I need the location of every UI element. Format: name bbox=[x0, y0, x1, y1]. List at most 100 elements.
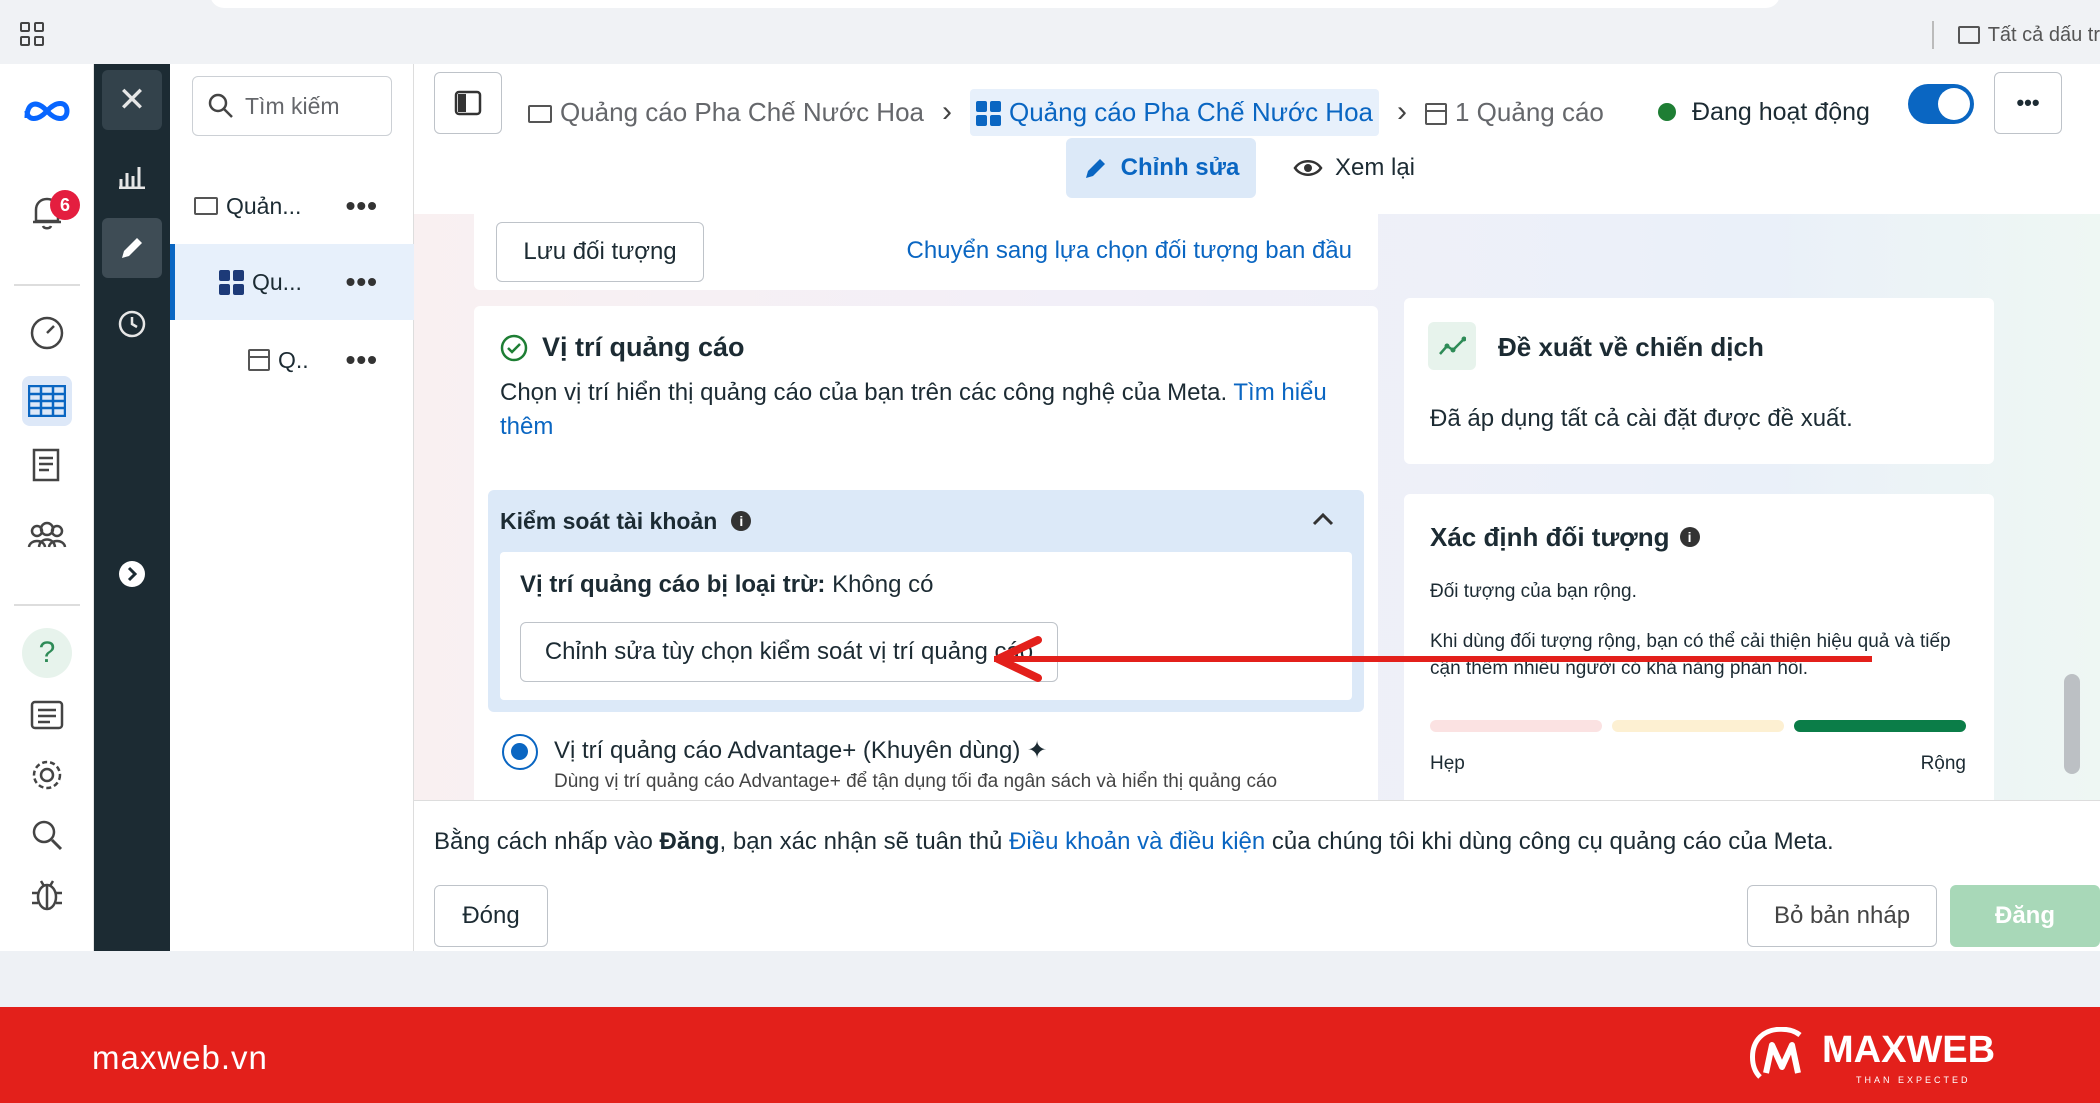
pencil-icon bbox=[1085, 159, 1105, 178]
all-bookmarks-label: Tất cả dấu tr bbox=[1987, 23, 2100, 46]
placements-card: Vị trí quảng cáo Chọn vị trí hiển thị qu… bbox=[474, 306, 1378, 800]
ad-icon bbox=[248, 349, 270, 371]
breadcrumb-ads[interactable]: 1 Quảng cáo bbox=[1425, 97, 1604, 128]
meter-segment-broad bbox=[1794, 720, 1966, 732]
chevron-right-icon: › bbox=[942, 95, 952, 128]
breadcrumb: Quảng cáo Pha Chế Nước Hoa › Quảng cáo P… bbox=[528, 82, 1604, 142]
search-icon[interactable] bbox=[22, 810, 72, 860]
tree-item-campaign[interactable]: Quản... ••• bbox=[170, 168, 414, 244]
help-question-icon[interactable]: ? bbox=[22, 628, 72, 678]
apps-grid-icon[interactable] bbox=[20, 22, 46, 48]
brand-name: MAXWEB bbox=[1822, 1029, 1996, 1071]
breadcrumb-adset[interactable]: Quảng cáo Pha Chế Nước Hoa bbox=[970, 88, 1379, 136]
review-mode-button[interactable]: Xem lại bbox=[1284, 138, 1424, 198]
placements-description: Chọn vị trí hiển thị quảng cáo của bạn t… bbox=[500, 379, 1327, 440]
search-icon bbox=[208, 93, 233, 118]
tree-item-label: Quản... bbox=[226, 192, 302, 219]
more-options-icon[interactable]: ••• bbox=[346, 266, 378, 298]
sidebar-panel-icon bbox=[454, 90, 482, 116]
excluded-placements: Vị trí quảng cáo bị loại trừ: Không có bbox=[520, 571, 934, 598]
discard-draft-button[interactable]: Bỏ bản nháp bbox=[1747, 885, 1937, 947]
close-icon[interactable]: ✕ bbox=[102, 70, 162, 130]
active-toggle[interactable] bbox=[1908, 84, 1974, 124]
ad-icon bbox=[1425, 102, 1447, 125]
bottom-strip bbox=[0, 951, 2100, 1007]
audience-definition-title: Xác định đối tượng i bbox=[1430, 520, 1700, 554]
meter-segment-middle bbox=[1612, 720, 1784, 732]
brand-tagline: THAN EXPECTED bbox=[1856, 1075, 1971, 1085]
folder-icon bbox=[1957, 26, 1980, 44]
recommendation-text: Đã áp dụng tất cả cài đặt được đề xuất. bbox=[1430, 405, 1853, 432]
search-input[interactable]: Tìm kiếm bbox=[192, 76, 392, 136]
switch-audience-link[interactable]: Chuyển sang lựa chọn đối tượng ban đầu bbox=[906, 234, 1352, 268]
more-options-icon[interactable]: ••• bbox=[346, 344, 378, 376]
placements-title: Vị trí quảng cáo bbox=[542, 332, 745, 362]
breadcrumb-campaign[interactable]: Quảng cáo Pha Chế Nước Hoa bbox=[528, 97, 924, 128]
tree-item-ad[interactable]: Q.. ••• bbox=[170, 322, 414, 398]
info-icon[interactable]: i bbox=[731, 511, 752, 531]
brand-site: maxweb.vn bbox=[92, 1039, 268, 1076]
edit-mode-button[interactable]: Chỉnh sửa bbox=[1066, 138, 1256, 198]
status: Đang hoạt động bbox=[1658, 82, 1870, 142]
editor-side-strip: ✕ bbox=[94, 64, 170, 951]
audience-card: Lưu đối tượng Chuyển sang lựa chọn đối t… bbox=[474, 214, 1378, 290]
dashboard-gauge-icon[interactable] bbox=[22, 308, 72, 358]
tree-item-label: Qu... bbox=[252, 268, 302, 295]
more-options-icon[interactable]: ••• bbox=[346, 190, 378, 222]
publish-button[interactable]: Đăng bbox=[1950, 885, 2100, 947]
status-label: Đang hoạt động bbox=[1692, 97, 1870, 126]
scrollbar-thumb[interactable] bbox=[2064, 674, 2080, 774]
maxweb-logo-icon bbox=[1750, 1027, 1802, 1079]
brand-banner: maxweb.vn MAXWEB THAN EXPECTED bbox=[0, 1007, 2100, 1103]
save-audience-button[interactable]: Lưu đối tượng bbox=[496, 222, 704, 282]
advantage-option-label[interactable]: Vị trí quảng cáo Advantage+ (Khuyên dùng… bbox=[554, 734, 1047, 768]
editor-header: Quảng cáo Pha Chế Nước Hoa › Quảng cáo P… bbox=[414, 64, 2100, 214]
meter-label-broad: Rộng bbox=[1920, 753, 1966, 774]
news-icon[interactable] bbox=[22, 690, 72, 740]
more-options-icon: ••• bbox=[2016, 90, 2040, 115]
check-circle-icon bbox=[500, 334, 528, 362]
editor-footer: Bằng cách nhấp vào Đăng, bạn xác nhận sẽ… bbox=[414, 800, 2100, 951]
browser-top-bar bbox=[0, 0, 2100, 64]
recommendation-card: Đề xuất về chiến dịch Đã áp dụng tất cả … bbox=[1404, 298, 1994, 464]
adset-grid-icon bbox=[976, 101, 1001, 127]
campaign-tree-panel: Tìm kiếm Quản... ••• Qu... ••• Q.. ••• bbox=[170, 64, 414, 951]
audience-definition-subtitle: Đối tượng của bạn rộng. bbox=[1430, 581, 1637, 602]
terms-notice: Bằng cách nhấp vào Đăng, bạn xác nhận sẽ… bbox=[434, 828, 1834, 855]
account-control-header[interactable]: Kiểm soát tài khoản i bbox=[500, 504, 752, 538]
notification-badge: 6 bbox=[50, 190, 80, 220]
editor-content: Lưu đối tượng Chuyển sang lựa chọn đối t… bbox=[414, 214, 2100, 800]
settings-gear-icon[interactable] bbox=[22, 750, 72, 800]
search-placeholder: Tìm kiếm bbox=[245, 92, 340, 119]
all-bookmarks[interactable]: Tất cả dấu tr bbox=[1931, 20, 2100, 50]
recommendation-trend-icon bbox=[1428, 322, 1476, 370]
advantage-radio[interactable] bbox=[502, 734, 538, 770]
edit-pencil-icon[interactable] bbox=[102, 218, 162, 278]
audiences-people-icon[interactable] bbox=[22, 510, 72, 560]
meter-segment-narrow bbox=[1430, 720, 1602, 732]
sparkle-icon: ✦ bbox=[1027, 737, 1048, 764]
toggle-panel-button[interactable] bbox=[434, 72, 502, 134]
chevron-up-icon[interactable] bbox=[1312, 512, 1334, 526]
close-button[interactable]: Đóng bbox=[434, 885, 548, 947]
reports-doc-icon[interactable] bbox=[22, 442, 72, 492]
history-clock-icon[interactable] bbox=[102, 294, 162, 354]
chart-bars-icon[interactable] bbox=[102, 146, 162, 206]
tree-item-adset[interactable]: Qu... ••• bbox=[170, 244, 414, 320]
meta-logo-icon[interactable] bbox=[22, 96, 72, 126]
status-dot bbox=[1658, 103, 1676, 121]
editor-main: Quảng cáo Pha Chế Nước Hoa › Quảng cáo P… bbox=[414, 64, 2100, 951]
expand-chevron-icon[interactable] bbox=[102, 544, 162, 604]
left-icon-rail: 6 ? bbox=[0, 64, 94, 951]
info-icon[interactable]: i bbox=[1679, 527, 1700, 547]
chevron-right-icon: › bbox=[1397, 95, 1407, 128]
bug-report-icon[interactable] bbox=[22, 870, 72, 920]
audience-size-meter bbox=[1430, 720, 1966, 732]
eye-icon bbox=[1293, 160, 1323, 176]
ads-manager-table-icon[interactable] bbox=[22, 376, 72, 426]
tree-item-label: Q.. bbox=[278, 346, 309, 373]
meter-label-narrow: Hẹp bbox=[1430, 753, 1465, 774]
more-options-button[interactable]: ••• bbox=[1994, 72, 2062, 134]
terms-link[interactable]: Điều khoản và điều kiện bbox=[1009, 828, 1265, 855]
recommendation-title: Đề xuất về chiến dịch bbox=[1498, 332, 1764, 362]
